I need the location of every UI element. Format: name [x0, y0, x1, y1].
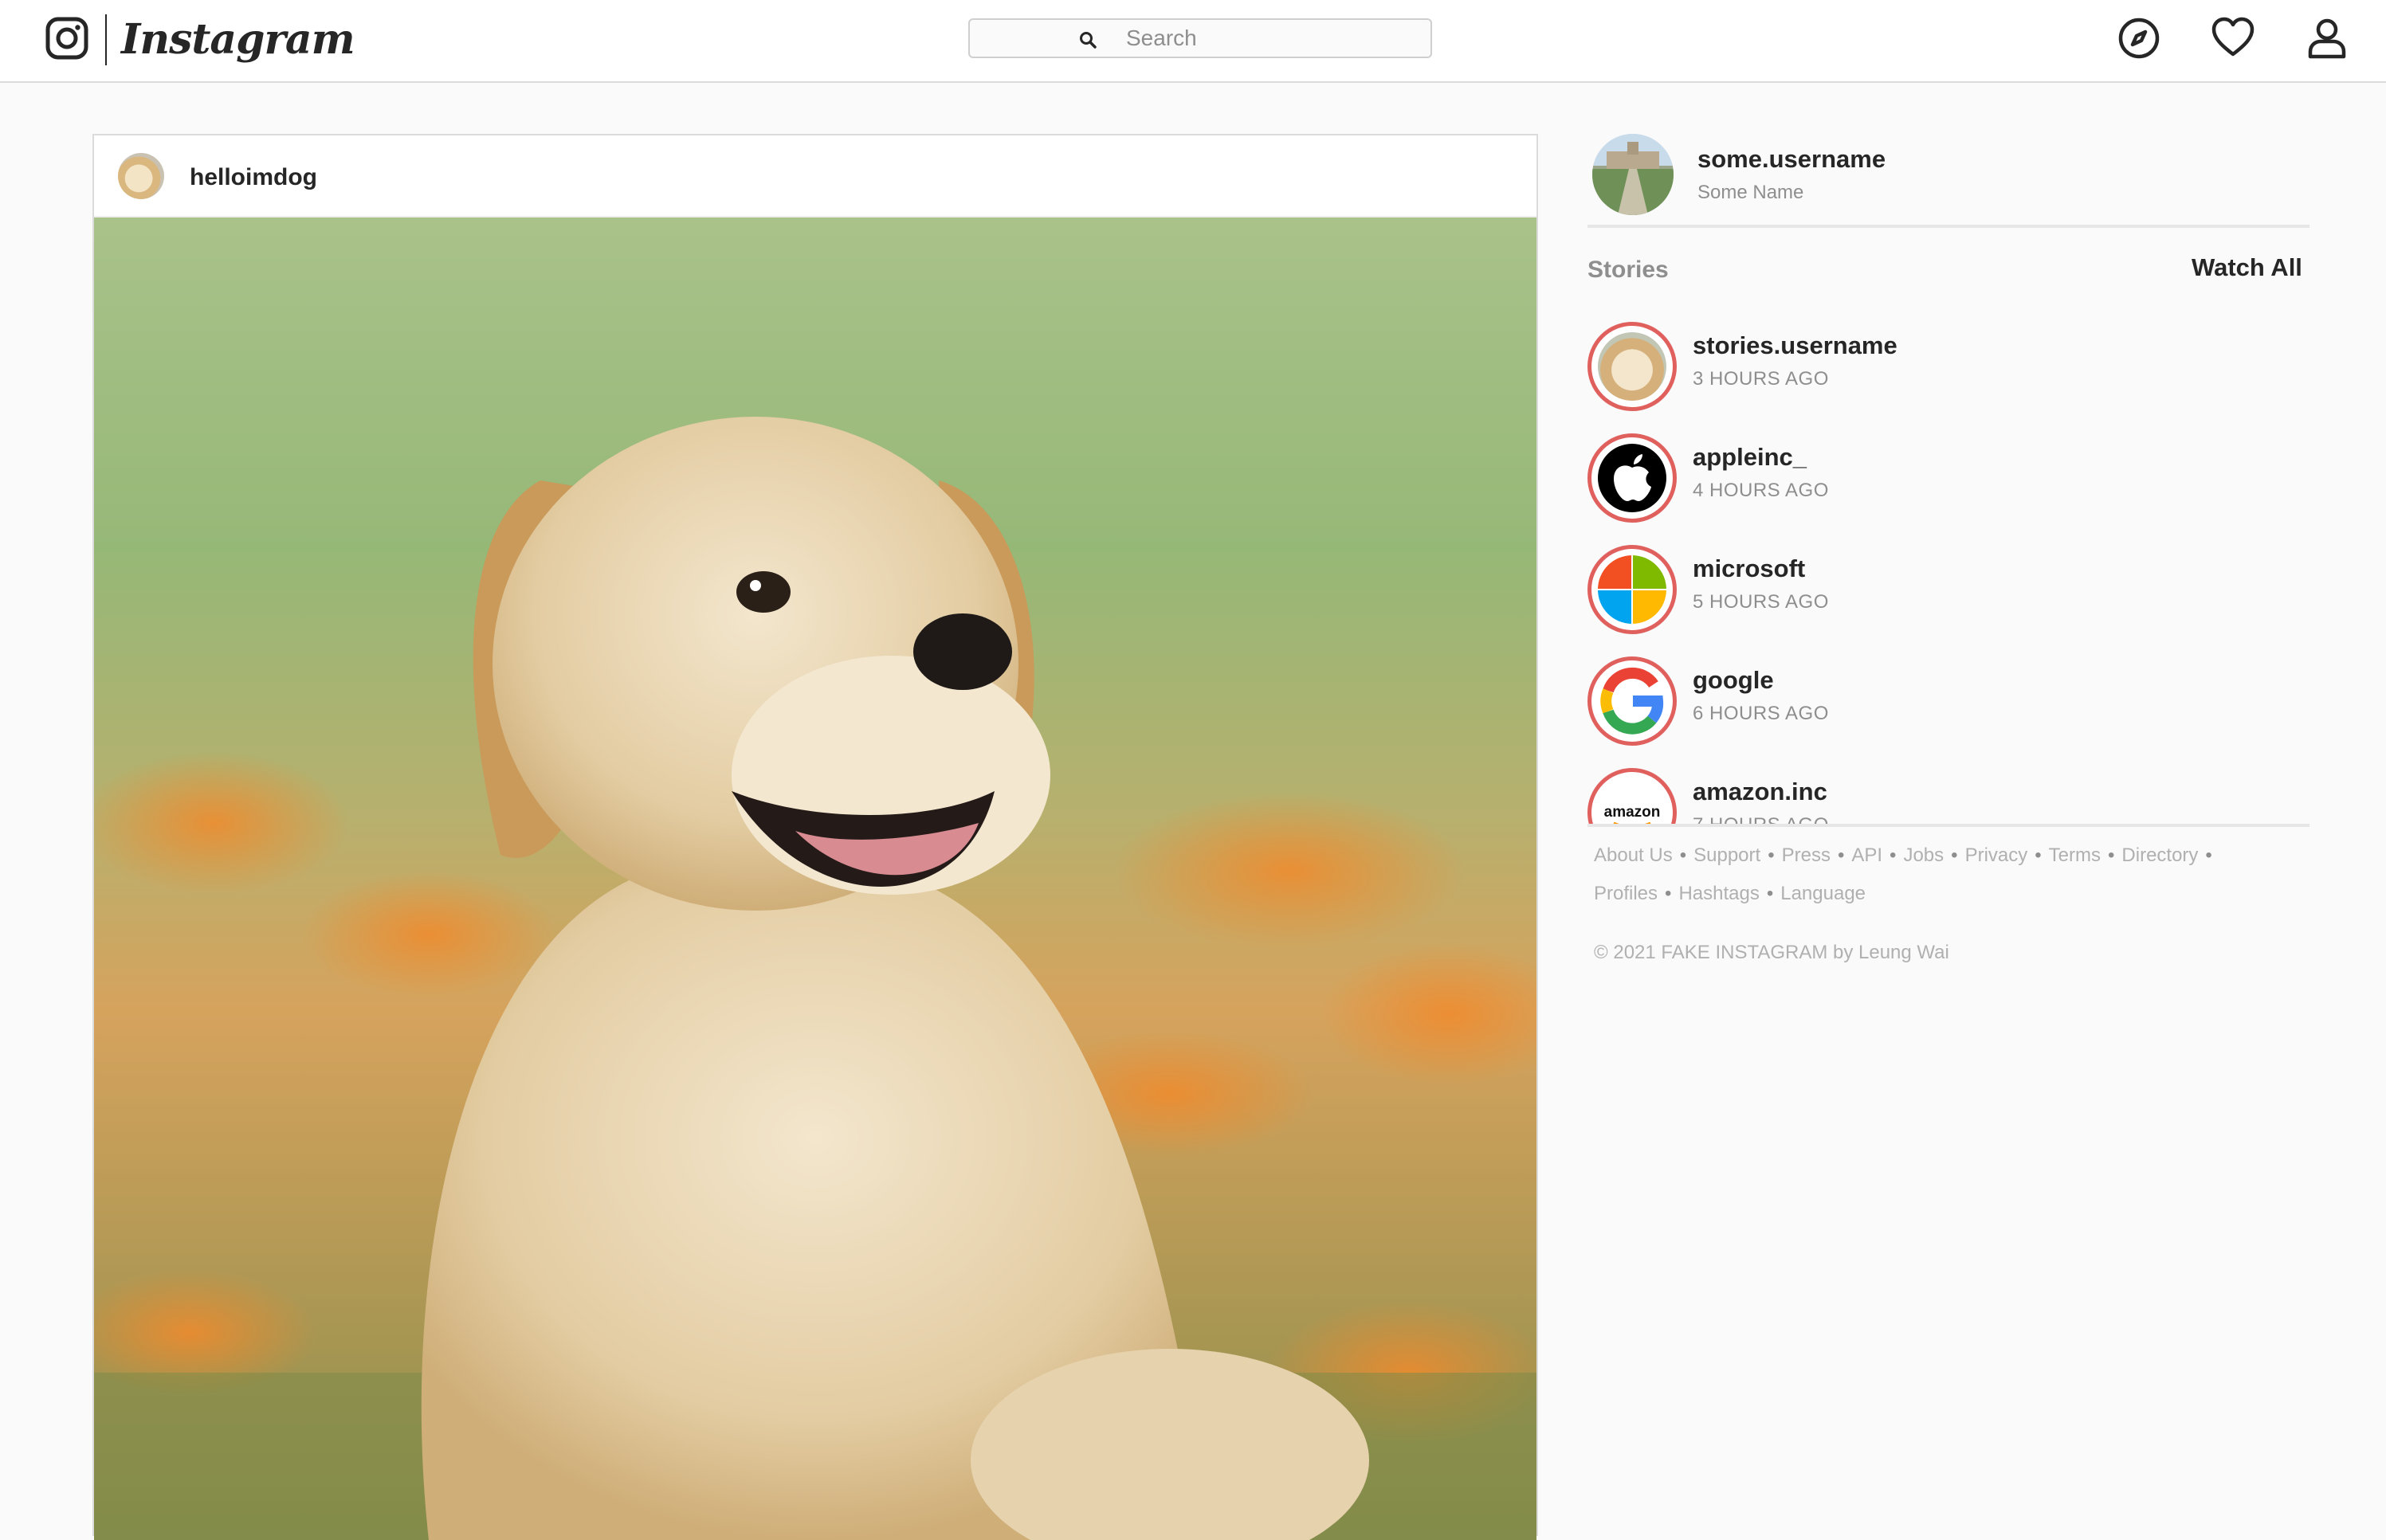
sidebar-divider	[1587, 824, 2309, 827]
search-input[interactable]	[1126, 22, 1413, 55]
profile-icon[interactable]	[2305, 16, 2349, 61]
footer-link-support[interactable]: Support	[1693, 844, 1760, 866]
footer-link-api[interactable]: API	[1851, 844, 1882, 866]
svg-text:amazon: amazon	[1604, 804, 1661, 821]
post-image[interactable]	[94, 217, 1536, 1540]
story-ring[interactable]	[1587, 545, 1677, 634]
story-time: 6 HOURS AGO	[1693, 703, 1829, 724]
story-item[interactable]: microsoft 5 HOURS AGO	[1584, 539, 2302, 634]
footer-link-about[interactable]: About Us	[1594, 844, 1673, 866]
story-username[interactable]: google	[1693, 666, 1774, 695]
brand-wordmark[interactable]: Instagram	[121, 11, 355, 69]
footer-links: About Us • Support • Press • API • Jobs • Privacy •…	[1594, 844, 2212, 904]
top-nav: Instagram	[0, 0, 2386, 83]
instagram-logo-icon[interactable]	[45, 16, 89, 61]
explore-compass-icon[interactable]	[2117, 16, 2161, 61]
footer-link-jobs[interactable]: Jobs	[1903, 844, 1944, 866]
google-logo-icon	[1598, 667, 1666, 735]
footer-link-privacy[interactable]: Privacy	[1965, 844, 2028, 866]
feed-post: helloimdog	[92, 134, 1538, 1540]
story-ring[interactable]: amazon	[1587, 768, 1677, 824]
current-user-avatar[interactable]	[1592, 134, 1674, 215]
story-ring[interactable]	[1587, 433, 1677, 523]
story-username[interactable]: appleinc_	[1693, 443, 1807, 472]
logo-divider	[105, 14, 107, 65]
heart-icon[interactable]	[2211, 16, 2255, 61]
story-username[interactable]: amazon.inc	[1693, 778, 1827, 806]
footer-link-press[interactable]: Press	[1782, 844, 1831, 866]
story-time: 3 HOURS AGO	[1693, 368, 1829, 390]
footer-link-hashtags[interactable]: Hashtags	[1678, 883, 1759, 904]
footer-link-directory[interactable]: Directory	[2121, 844, 2198, 866]
watch-all-button[interactable]: Watch All	[2192, 253, 2302, 282]
story-username[interactable]: microsoft	[1693, 554, 1805, 583]
story-item[interactable]: appleinc_ 4 HOURS AGO	[1584, 427, 2302, 523]
post-author-username[interactable]: helloimdog	[190, 164, 317, 191]
campus-photo	[1592, 134, 1674, 215]
story-ring[interactable]	[1587, 656, 1677, 746]
footer-link-terms[interactable]: Terms	[2049, 844, 2101, 866]
story-username[interactable]: stories.username	[1693, 331, 1897, 360]
current-user-username[interactable]: some.username	[1697, 145, 1886, 174]
sidebar-divider	[1587, 225, 2309, 228]
story-item[interactable]: amazon amazon.inc 7 HOURS AGO	[1584, 762, 2302, 824]
footer-link-profiles[interactable]: Profiles	[1594, 883, 1658, 904]
current-user-name: Some Name	[1697, 182, 1804, 203]
story-time: 4 HOURS AGO	[1693, 480, 1829, 501]
search-icon	[1080, 32, 1097, 49]
story-item[interactable]: google 6 HOURS AGO	[1584, 650, 2302, 746]
puppy-photo	[94, 217, 1536, 1540]
stories-list[interactable]: stories.username 3 HOURS AGO appleinc_ 4…	[1584, 315, 2309, 824]
story-time: 7 HOURS AGO	[1693, 814, 1829, 824]
story-ring[interactable]	[1587, 322, 1677, 411]
amazon-logo-icon: amazon	[1598, 778, 1666, 824]
story-time: 5 HOURS AGO	[1693, 591, 1829, 613]
microsoft-logo-icon	[1598, 555, 1666, 624]
apple-logo-icon	[1598, 444, 1666, 512]
footer-link-language[interactable]: Language	[1780, 883, 1866, 904]
copyright-text: © 2021 FAKE INSTAGRAM by Leung Wai	[1594, 942, 1949, 963]
puppy-avatar-icon	[1598, 332, 1666, 401]
stories-heading: Stories	[1587, 257, 1669, 283]
post-header: helloimdog	[94, 135, 1536, 217]
search-box[interactable]	[968, 18, 1432, 58]
post-author-avatar[interactable]	[118, 153, 164, 199]
story-item[interactable]: stories.username 3 HOURS AGO	[1584, 315, 2302, 411]
